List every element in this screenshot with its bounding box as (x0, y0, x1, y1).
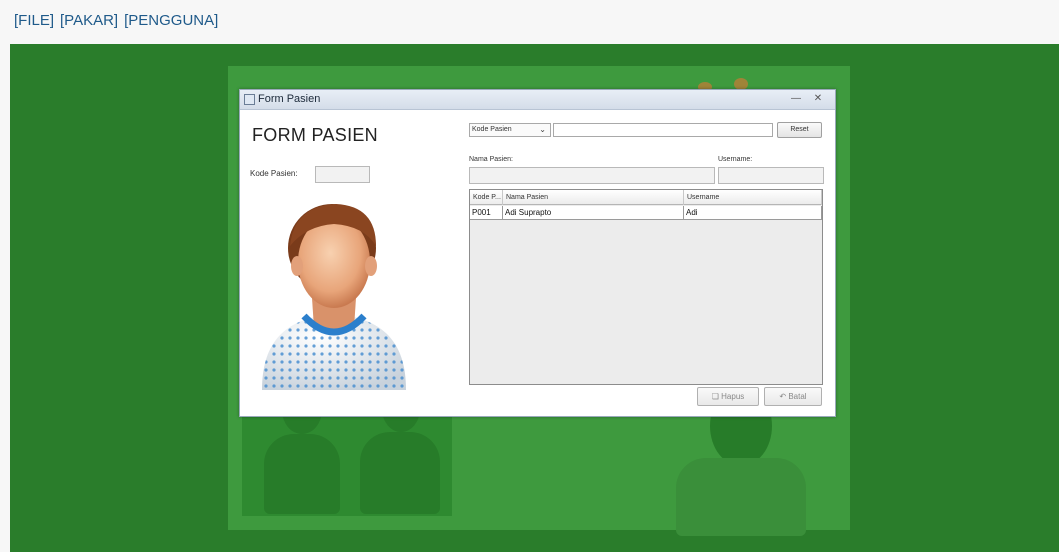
cell-username: Adi (684, 206, 822, 219)
minimize-icon[interactable]: — (788, 92, 804, 106)
chevron-down-icon: ⌄ (539, 125, 546, 134)
search-category-value: Kode Pasien (472, 126, 512, 133)
column-header-username[interactable]: Username (684, 190, 822, 205)
search-category-select[interactable]: Kode Pasien ⌄ (469, 123, 551, 137)
menu-pengguna[interactable]: [PENGGUNA] (124, 12, 218, 29)
form-pasien-dialog: Form Pasien — ✕ FORM PASIEN Kode Pasien: (239, 89, 836, 417)
hapus-label: Hapus (721, 392, 745, 401)
window-titlebar[interactable]: Form Pasien — ✕ (240, 90, 835, 110)
batal-label: Batal (788, 392, 807, 401)
batal-button[interactable]: ↶ Batal (764, 387, 822, 406)
column-header-nama[interactable]: Nama Pasien (503, 190, 684, 205)
cell-kode: P001 (470, 206, 503, 219)
form-title: FORM PASIEN (252, 125, 378, 145)
window-app-icon (244, 94, 255, 105)
column-header-kode[interactable]: Kode P... (470, 190, 503, 205)
menu-items: [FILE] [PAKAR] [PENGGUNA] (14, 12, 218, 29)
username-label: Username: (718, 156, 753, 163)
kode-pasien-label: Kode Pasien: (250, 169, 298, 178)
reset-button[interactable]: Reset (777, 122, 822, 138)
close-icon[interactable]: ✕ (810, 92, 826, 106)
hapus-button[interactable]: ❏ Hapus (697, 387, 759, 406)
delete-icon: ❏ (711, 392, 719, 401)
menu-file[interactable]: [FILE] (14, 12, 54, 29)
username-field[interactable] (718, 167, 824, 184)
table-row[interactable]: P001 Adi Suprapto Adi (470, 206, 822, 220)
menu-pakar[interactable]: [PAKAR] (60, 12, 118, 29)
window-title: Form Pasien (258, 93, 321, 105)
menu-bar: [FILE] [PAKAR] [PENGGUNA] (0, 0, 1059, 44)
nama-pasien-label: Nama Pasien: (469, 156, 513, 163)
search-input[interactable] (553, 123, 773, 137)
patient-avatar-image (262, 204, 406, 390)
kode-pasien-field[interactable] (315, 166, 370, 183)
pasien-table[interactable]: Kode P... Nama Pasien Username P001 Adi … (469, 189, 823, 385)
table-header: Kode P... Nama Pasien Username (470, 190, 822, 205)
undo-icon: ↶ (779, 392, 787, 401)
cell-nama: Adi Suprapto (503, 206, 684, 219)
nama-pasien-field[interactable] (469, 167, 715, 184)
